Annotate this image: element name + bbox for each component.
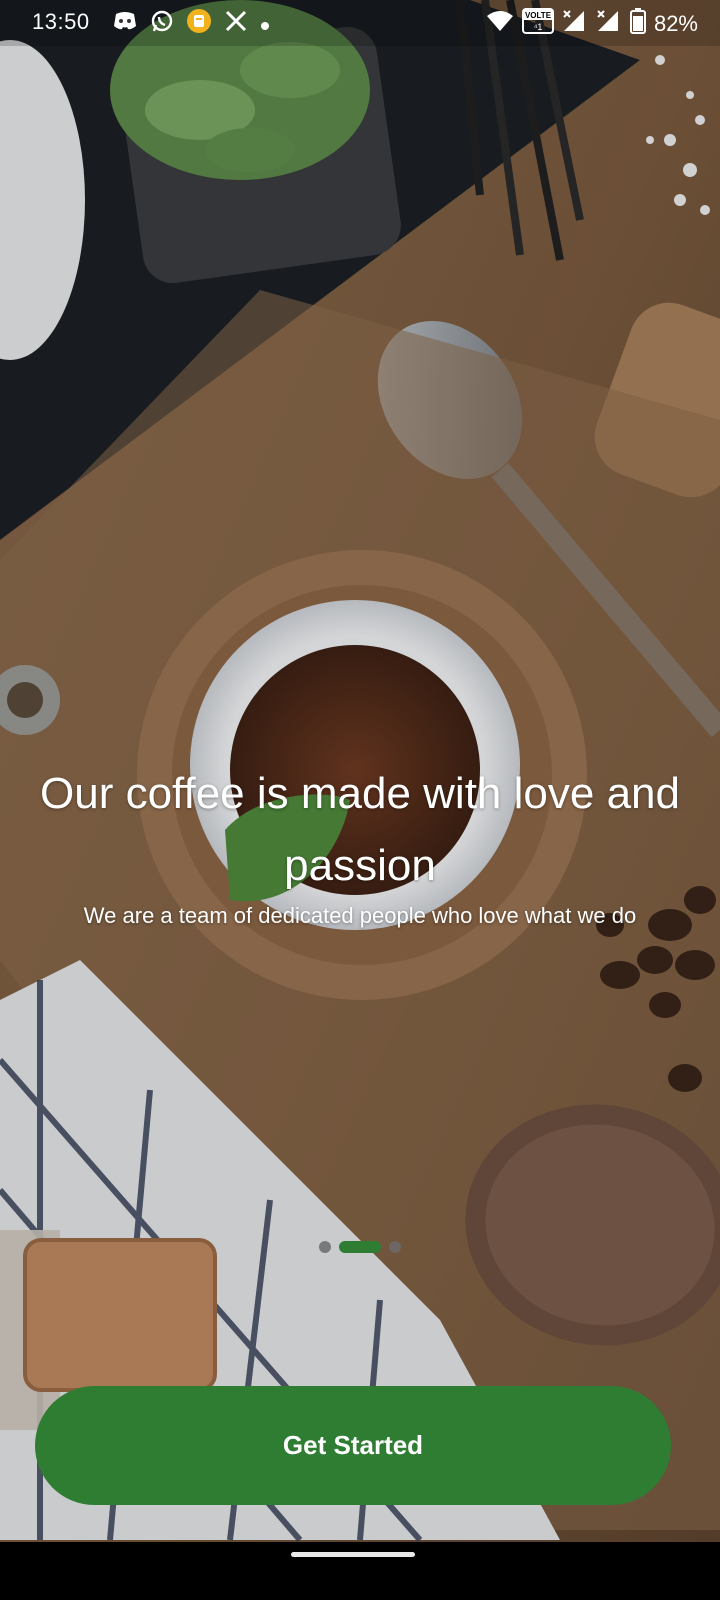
onboarding-subtitle: We are a team of dedicated people who lo…	[83, 903, 637, 928]
svg-text:⁴1: ⁴1	[534, 22, 543, 32]
wifi-icon	[486, 9, 514, 39]
system-icons: VOLTE ⁴1 82%	[486, 8, 698, 40]
get-started-button[interactable]: Get Started	[35, 1386, 671, 1505]
discord-icon	[112, 10, 138, 38]
home-gesture-handle[interactable]	[291, 1552, 415, 1557]
battery-percentage: 82%	[653, 11, 698, 36]
status-bar: 13:50 VOLTE ⁴1 82%	[0, 0, 720, 46]
volte-icon: VOLTE ⁴1	[521, 8, 554, 40]
navigation-bar	[0, 1542, 720, 1600]
battery-icon	[629, 8, 646, 40]
dot-icon	[260, 11, 270, 37]
onboarding-screen: 13:50 VOLTE ⁴1 82% Our coffee is made wi…	[0, 0, 720, 1600]
x-icon	[224, 9, 248, 39]
notification-app-icon	[186, 8, 212, 40]
page-dot[interactable]	[389, 1241, 401, 1253]
page-indicator	[0, 1241, 720, 1253]
whatsapp-icon	[150, 9, 174, 39]
onboarding-headline: Our coffee is made with love and passion	[40, 769, 680, 890]
notification-icons	[112, 8, 270, 40]
signal-icon	[596, 9, 622, 39]
page-dot-active[interactable]	[339, 1241, 381, 1253]
page-dot[interactable]	[319, 1241, 331, 1253]
status-time: 13:50	[32, 9, 90, 34]
volte-label: VOLTE	[525, 11, 552, 20]
signal-icon	[562, 9, 588, 39]
